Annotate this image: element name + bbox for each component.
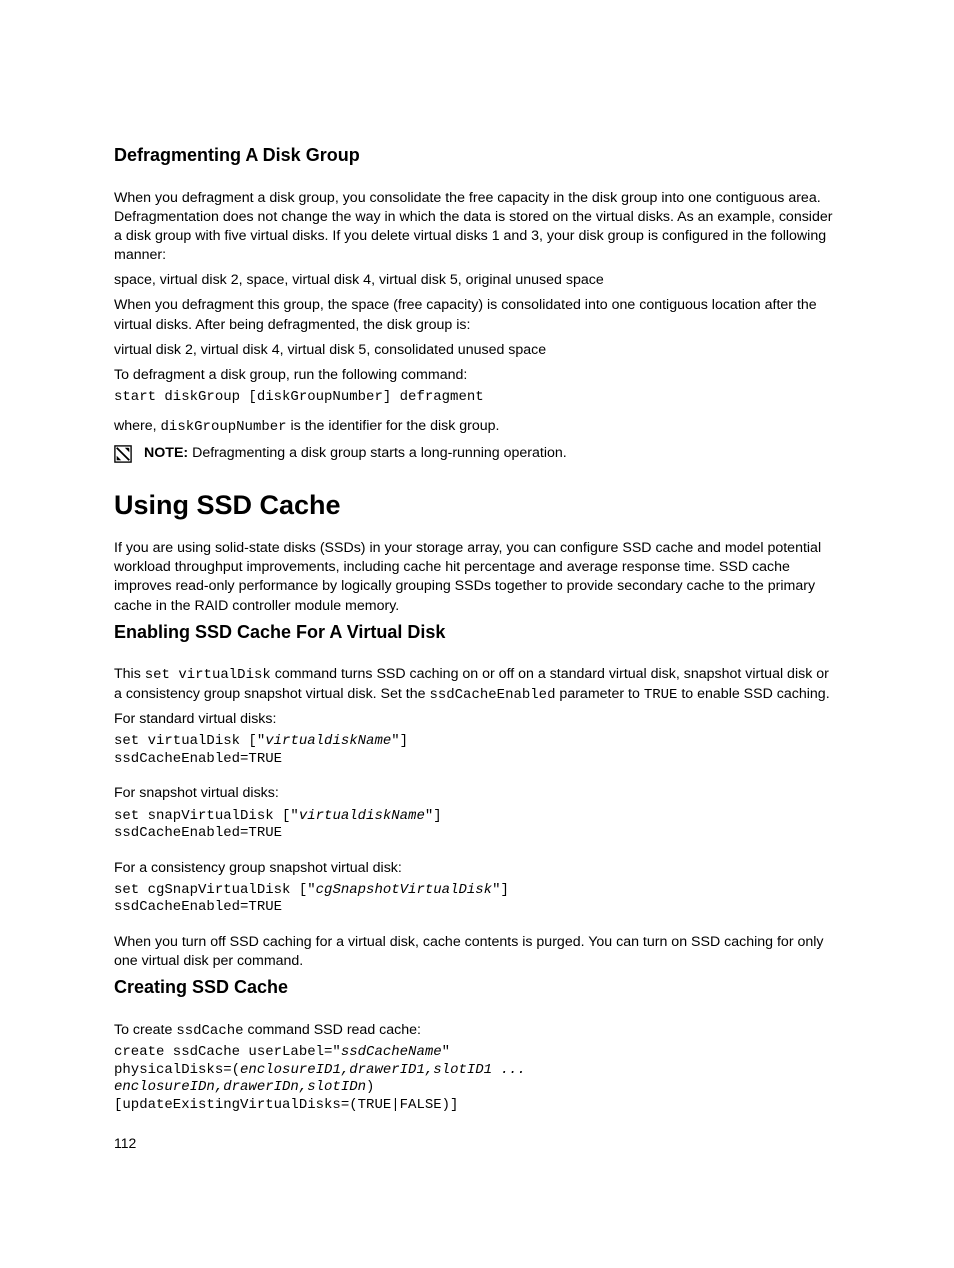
enable-intro: This set virtualDisk command turns SSD c… [114,665,840,704]
defrag-p4: virtual disk 2, virtual disk 4, virtual … [114,341,840,360]
defrag-p1: When you defragment a disk group, you co… [114,189,840,266]
ssd-main-p1: If you are using solid-state disks (SSDs… [114,539,840,616]
enable-outro: When you turn off SSD caching for a virt… [114,933,840,971]
heading-defrag: Defragmenting A Disk Group [114,145,840,167]
enable-lbl2: For snapshot virtual disks: [114,784,840,803]
enable-lbl3: For a consistency group snapshot virtual… [114,859,840,878]
defrag-p3: When you defragment this group, the spac… [114,296,840,334]
note-block: NOTE: Defragmenting a disk group starts … [114,444,840,463]
page-number: 112 [114,1134,136,1153]
heading-enable: Enabling SSD Cache For A Virtual Disk [114,622,840,644]
enable-lbl1: For standard virtual disks: [114,710,840,729]
create-intro: To create ssdCache command SSD read cach… [114,1021,840,1041]
enable-code2: set snapVirtualDisk ["virtualdiskName"] … [114,808,840,843]
enable-code3: set cgSnapVirtualDisk ["cgSnapshotVirtua… [114,882,840,917]
defrag-where: where, diskGroupNumber is the identifier… [114,417,840,437]
defrag-code: start diskGroup [diskGroupNumber] defrag… [114,389,840,407]
page-content: Defragmenting A Disk Group When you defr… [0,0,954,1114]
note-icon [114,445,132,463]
heading-create: Creating SSD Cache [114,977,840,999]
enable-code1: set virtualDisk ["virtualdiskName"] ssdC… [114,733,840,768]
defrag-p2: space, virtual disk 2, space, virtual di… [114,271,840,290]
heading-ssd-main: Using SSD Cache [114,491,840,521]
create-code: create ssdCache userLabel="ssdCacheName"… [114,1044,840,1114]
note-text: NOTE: Defragmenting a disk group starts … [144,444,840,463]
defrag-p5: To defragment a disk group, run the foll… [114,366,840,385]
